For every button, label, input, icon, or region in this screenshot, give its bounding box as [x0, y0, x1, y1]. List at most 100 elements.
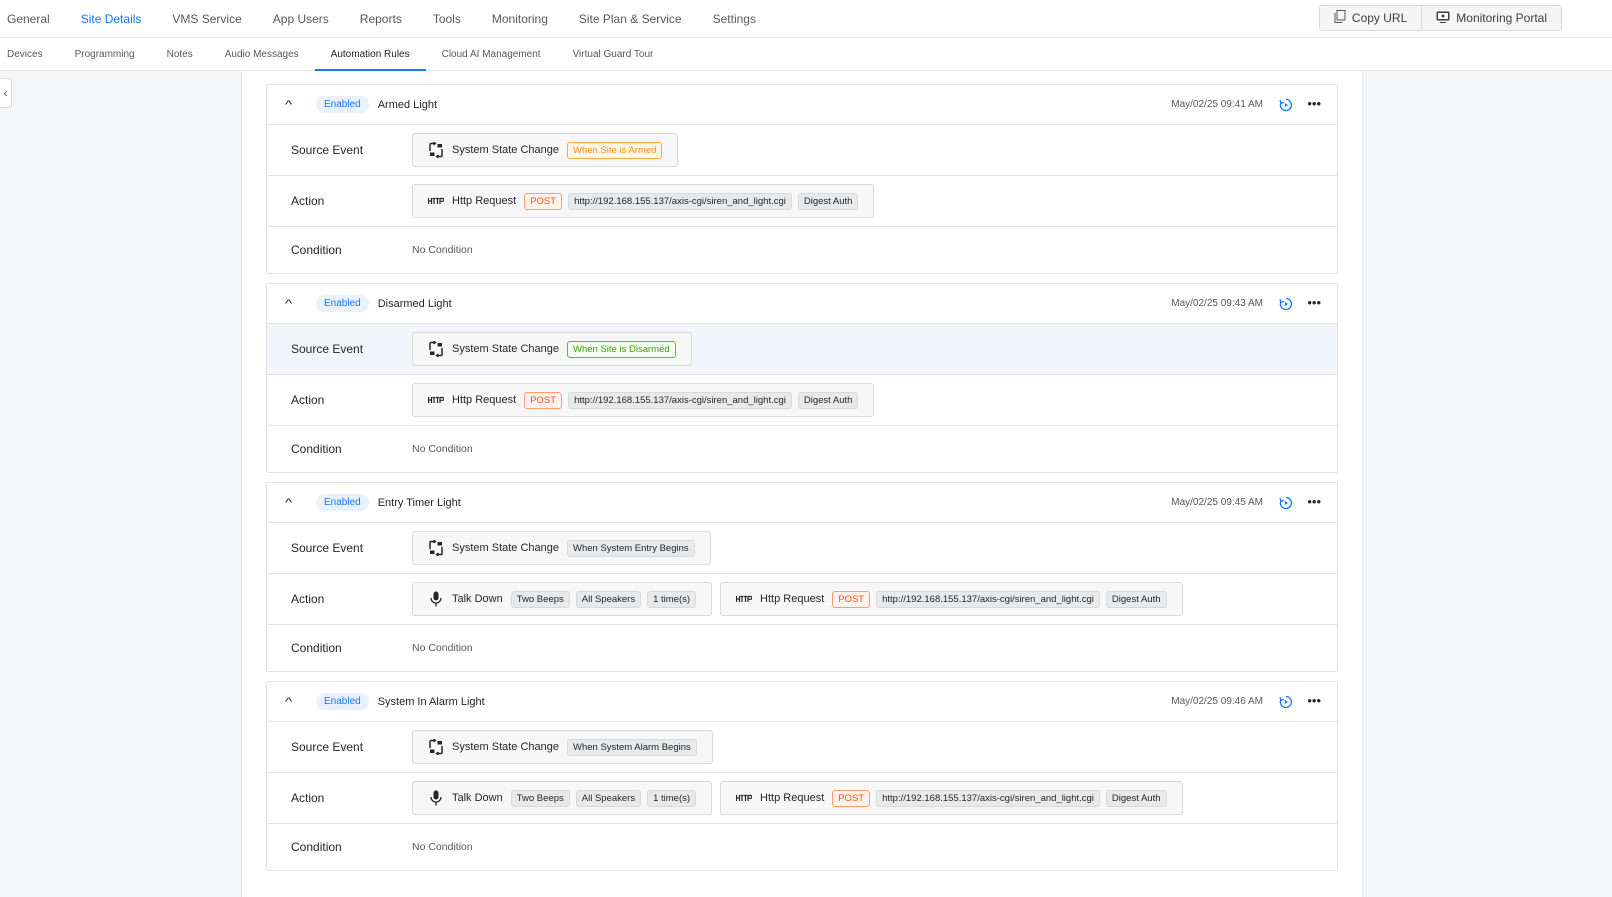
source-chips: System State Change When System Alarm Be…	[412, 730, 713, 764]
sidebar-collapse-button[interactable]: ‹	[0, 78, 12, 108]
rules-list: ^ Enabled Armed Light May/02/25 09:41 AM…	[266, 84, 1338, 880]
http-request-title: Http Request	[452, 195, 517, 207]
top-navigation-bar: General Site Details VMS Service App Use…	[0, 0, 1612, 38]
http-request-chip[interactable]: Http Request POST http://192.168.155.137…	[720, 582, 1183, 616]
tab-devices[interactable]: Devices	[0, 38, 59, 71]
sub-nav-tabs: Devices Programming Notes Audio Messages…	[0, 38, 669, 71]
state-change-icon	[428, 341, 444, 357]
more-icon[interactable]: •••	[1307, 495, 1321, 509]
more-icon[interactable]: •••	[1307, 694, 1321, 708]
condition-row: Condition No Condition	[267, 227, 1337, 273]
rule-name: Armed Light	[377, 98, 438, 111]
chevron-up-icon[interactable]: ^	[285, 99, 299, 111]
rule-timestamp: May/02/25 09:41 AM	[1171, 99, 1263, 110]
state-change-icon	[428, 142, 444, 158]
http-icon	[428, 193, 444, 209]
rule-timestamp: May/02/25 09:46 AM	[1171, 696, 1263, 707]
talk-sound-tag: Two Beeps	[510, 590, 570, 608]
action-chips: Talk Down Two Beeps All Speakers 1 time(…	[412, 582, 1183, 616]
nav-reports[interactable]: Reports	[360, 12, 402, 26]
copy-icon	[1334, 10, 1346, 26]
more-icon[interactable]: •••	[1307, 296, 1321, 310]
more-icon[interactable]: •••	[1307, 97, 1321, 111]
rule-header: ^ Enabled Armed Light May/02/25 09:41 AM…	[267, 85, 1337, 125]
run-rule-icon[interactable]	[1279, 98, 1293, 112]
source-event-chip[interactable]: System State Change When Site is Disarme…	[412, 332, 692, 366]
nav-app-users[interactable]: App Users	[273, 12, 329, 26]
action-chips: Http Request POST http://192.168.155.137…	[412, 383, 875, 417]
source-event-title: System State Change	[452, 343, 560, 355]
talk-down-chip[interactable]: Talk Down Two Beeps All Speakers 1 time(…	[412, 781, 713, 815]
chevron-up-icon[interactable]: ^	[285, 298, 299, 310]
http-url-tag: http://192.168.155.137/axis-cgi/siren_an…	[876, 590, 1100, 608]
condition-row: Condition No Condition	[267, 625, 1337, 671]
action-row: Action Talk Down Two Beeps All Speakers …	[267, 574, 1337, 625]
microphone-icon	[428, 790, 444, 806]
source-event-chip[interactable]: System State Change When System Entry Be…	[412, 531, 711, 565]
state-change-icon	[428, 739, 444, 755]
talk-speakers-tag: All Speakers	[575, 590, 642, 608]
nav-vms-service[interactable]: VMS Service	[172, 12, 241, 26]
nav-site-details[interactable]: Site Details	[81, 12, 142, 26]
condition-value: No Condition	[412, 841, 473, 853]
http-auth-tag: Digest Auth	[797, 391, 859, 409]
condition-label: Condition	[291, 243, 342, 257]
tab-audio-messages[interactable]: Audio Messages	[209, 38, 315, 71]
copy-url-button[interactable]: Copy URL	[1318, 5, 1423, 31]
rule-header: ^ Enabled System In Alarm Light May/02/2…	[267, 682, 1337, 722]
source-event-tag: When System Alarm Begins	[567, 738, 697, 756]
nav-site-plan-service[interactable]: Site Plan & Service	[579, 12, 682, 26]
tab-programming[interactable]: Programming	[59, 38, 151, 71]
source-event-chip[interactable]: System State Change When System Alarm Be…	[412, 730, 713, 764]
http-request-title: Http Request	[760, 593, 825, 605]
source-event-row: Source Event System State Change When Sy…	[267, 523, 1337, 574]
http-icon	[736, 591, 753, 607]
source-event-tag: When Site is Disarmed	[567, 340, 676, 358]
rule-name: System In Alarm Light	[377, 695, 485, 708]
http-request-chip[interactable]: Http Request POST http://192.168.155.137…	[720, 781, 1183, 815]
tab-automation-rules[interactable]: Automation Rules	[314, 38, 426, 71]
talk-down-chip[interactable]: Talk Down Two Beeps All Speakers 1 time(…	[412, 582, 713, 616]
run-rule-icon[interactable]	[1279, 695, 1293, 709]
action-chips: Talk Down Two Beeps All Speakers 1 time(…	[412, 781, 1183, 815]
run-rule-icon[interactable]	[1279, 496, 1293, 510]
copy-url-label: Copy URL	[1351, 11, 1408, 25]
http-method-tag: POST	[524, 391, 563, 409]
http-url-tag: http://192.168.155.137/axis-cgi/siren_an…	[568, 391, 792, 409]
chevron-up-icon[interactable]: ^	[285, 696, 299, 708]
rule-card-4: ^ Enabled System In Alarm Light May/02/2…	[266, 681, 1338, 871]
http-request-title: Http Request	[760, 792, 825, 804]
sub-navigation-bar: Devices Programming Notes Audio Messages…	[0, 38, 1612, 71]
talk-times-tag: 1 time(s)	[647, 789, 697, 807]
condition-label: Condition	[291, 641, 342, 655]
rule-name: Disarmed Light	[377, 297, 452, 310]
monitoring-portal-label: Monitoring Portal	[1456, 11, 1547, 25]
run-rule-icon[interactable]	[1279, 297, 1293, 311]
nav-settings[interactable]: Settings	[713, 12, 756, 26]
rule-card-2: ^ Enabled Disarmed Light May/02/25 09:43…	[266, 283, 1338, 473]
tab-virtual-guard-tour[interactable]: Virtual Guard Tour	[557, 38, 670, 71]
source-chips: System State Change When Site is Armed	[412, 133, 679, 167]
tab-cloud-ai-management[interactable]: Cloud AI Management	[426, 38, 557, 71]
top-actions: Copy URL Monitoring Portal	[1318, 5, 1562, 31]
source-event-chip[interactable]: System State Change When Site is Armed	[412, 133, 679, 167]
http-auth-tag: Digest Auth	[1105, 590, 1167, 608]
tab-notes[interactable]: Notes	[151, 38, 209, 71]
status-badge: Enabled	[316, 96, 369, 113]
http-request-chip[interactable]: Http Request POST http://192.168.155.137…	[412, 184, 875, 218]
source-event-row: Source Event System State Change When Si…	[267, 324, 1337, 375]
http-request-chip[interactable]: Http Request POST http://192.168.155.137…	[412, 383, 875, 417]
nav-monitoring[interactable]: Monitoring	[492, 12, 548, 26]
chevron-up-icon[interactable]: ^	[285, 497, 299, 509]
nav-general[interactable]: General	[7, 12, 50, 26]
talk-times-tag: 1 time(s)	[647, 590, 697, 608]
source-event-title: System State Change	[452, 144, 560, 156]
monitor-icon	[1436, 11, 1450, 26]
source-event-title: System State Change	[452, 741, 560, 753]
microphone-icon	[428, 591, 444, 607]
http-request-title: Http Request	[452, 394, 517, 406]
condition-label: Condition	[291, 442, 342, 456]
monitoring-portal-button[interactable]: Monitoring Portal	[1422, 5, 1562, 31]
nav-tools[interactable]: Tools	[433, 12, 461, 26]
action-row: Action Http Request POST http://192.168.…	[267, 176, 1337, 227]
